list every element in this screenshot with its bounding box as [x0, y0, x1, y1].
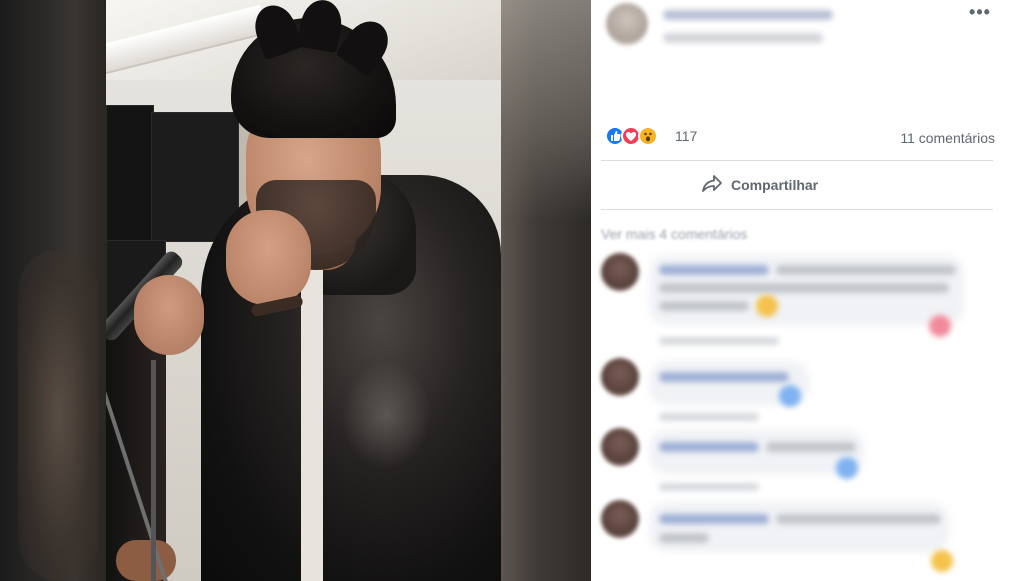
commenter-name-blurred[interactable] [659, 265, 769, 275]
photo-bystander-hand [116, 540, 176, 581]
reactions-summary: 117 11 comentários [605, 124, 995, 150]
share-arrow-icon [701, 174, 723, 194]
photo-singer-hand-right [226, 210, 311, 305]
view-more-comments-link[interactable]: Ver mais 4 comentários [601, 226, 747, 242]
commenter-avatar[interactable] [601, 500, 639, 538]
like-reaction-icon [836, 457, 858, 479]
comment-text-blurred [766, 442, 856, 452]
reaction-icons[interactable] [605, 124, 671, 148]
post-photo-area[interactable] [0, 0, 591, 581]
love-reaction-icon [929, 315, 951, 337]
comment-bubble [649, 430, 864, 474]
comment-actions-blurred[interactable] [659, 337, 779, 345]
post-timestamp-blurred[interactable] [663, 33, 823, 43]
photo-shirt [301, 265, 323, 581]
comment-text-blurred [776, 514, 941, 524]
comment-actions-blurred[interactable] [659, 413, 759, 421]
share-label: Compartilhar [731, 177, 819, 193]
comments-count-link[interactable]: 11 comentários [900, 130, 995, 146]
commenter-name-blurred[interactable] [659, 442, 759, 452]
comment-text-blurred [776, 265, 956, 275]
like-reaction-icon [779, 385, 801, 407]
emoji-icon [756, 295, 778, 317]
photo-blurred-background-right [501, 0, 591, 581]
commenter-name-blurred[interactable] [659, 372, 789, 382]
post-header: ••• [591, 0, 1033, 60]
photo-singer-hand-left [134, 275, 204, 355]
comment-text-blurred [659, 283, 949, 293]
commenter-avatar[interactable] [601, 253, 639, 291]
more-options-button[interactable]: ••• [965, 3, 995, 23]
photo-sleeve-highlight [341, 360, 431, 470]
photo-blurred-background-left [0, 0, 106, 581]
comment-text-blurred [659, 533, 709, 543]
wow-icon [638, 126, 658, 146]
commenter-name-blurred[interactable] [659, 514, 769, 524]
emoji-icon [931, 550, 953, 572]
commenter-avatar[interactable] [601, 428, 639, 466]
divider [601, 209, 993, 210]
author-avatar[interactable] [606, 3, 648, 45]
share-button[interactable]: Compartilhar [701, 172, 841, 200]
comment-bubble [649, 502, 949, 552]
comments-section: Ver mais 4 comentários [591, 215, 1033, 581]
reaction-count[interactable]: 117 [675, 128, 697, 144]
divider [601, 160, 993, 161]
commenter-avatar[interactable] [601, 358, 639, 396]
photo-mic-stand-pole [151, 360, 156, 581]
photo-speaker [106, 105, 154, 245]
author-name-blurred[interactable] [663, 10, 833, 20]
comment-text-blurred [659, 301, 749, 311]
post-photo[interactable] [106, 0, 501, 581]
comment-actions-blurred[interactable] [659, 483, 759, 491]
post-side-panel: ••• 117 11 comentários Compartilhar Ver … [591, 0, 1033, 581]
